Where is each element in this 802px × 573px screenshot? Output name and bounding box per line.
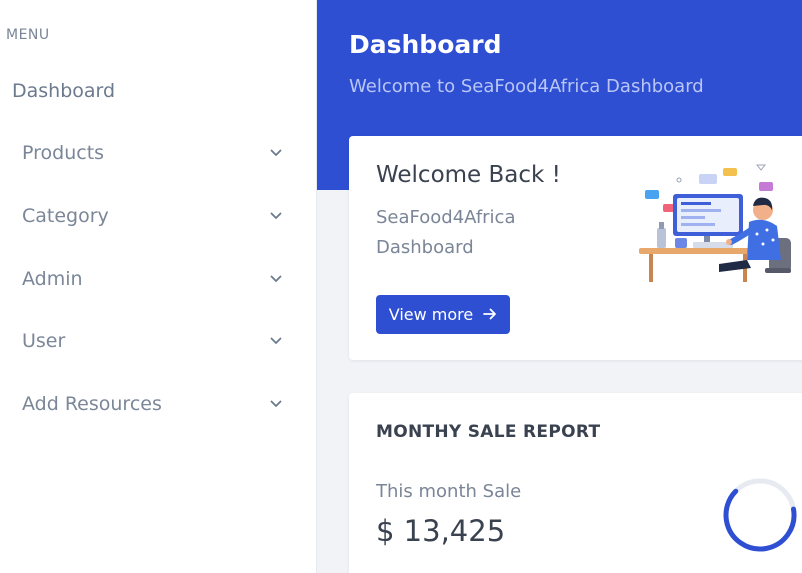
developer-illustration	[639, 164, 791, 282]
sidebar-item-label: Admin	[22, 268, 83, 290]
sales-report-title: MONTHY SALE REPORT	[376, 422, 601, 442]
sidebar-item-label: Category	[22, 205, 109, 227]
sidebar-item-admin[interactable]: Admin	[22, 264, 284, 294]
welcome-card: Welcome Back ! SeaFood4Africa Dashboard …	[349, 136, 802, 360]
sidebar-item-category[interactable]: Category	[22, 201, 284, 231]
welcome-subtext: Dashboard	[376, 237, 474, 258]
chevron-down-icon	[268, 271, 284, 287]
sidebar-item-label: User	[22, 330, 66, 352]
welcome-brand: SeaFood4Africa	[376, 207, 516, 228]
sidebar-item-label: Add Resources	[22, 393, 162, 415]
sales-progress-ring	[723, 478, 797, 552]
view-more-label: View more	[388, 305, 474, 324]
arrow-right-icon	[483, 305, 497, 324]
menu-title: MENU	[6, 27, 50, 43]
page-title: Dashboard	[349, 30, 502, 59]
sidebar-item-label: Products	[22, 142, 105, 164]
chevron-down-icon	[268, 396, 284, 412]
chevron-down-icon	[268, 208, 284, 224]
sidebar-item-add-resources[interactable]: Add Resources	[22, 389, 284, 419]
chevron-down-icon	[268, 333, 284, 349]
sidebar-item-dashboard[interactable]: Dashboard	[12, 80, 115, 102]
sales-value: $ 13,425	[376, 514, 506, 548]
monthly-sale-card: MONTHY SALE REPORT This month Sale $ 13,…	[349, 393, 802, 573]
sales-label: This month Sale	[376, 481, 522, 502]
sidebar-item-user[interactable]: User	[22, 326, 284, 356]
chevron-down-icon	[268, 145, 284, 161]
sidebar-item-products[interactable]: Products	[22, 138, 284, 168]
page-subtitle: Welcome to SeaFood4Africa Dashboard	[349, 76, 704, 97]
view-more-button[interactable]: View more	[376, 295, 510, 334]
sidebar: MENU Dashboard Products Category Admin U…	[0, 0, 317, 573]
welcome-title: Welcome Back !	[376, 162, 561, 188]
